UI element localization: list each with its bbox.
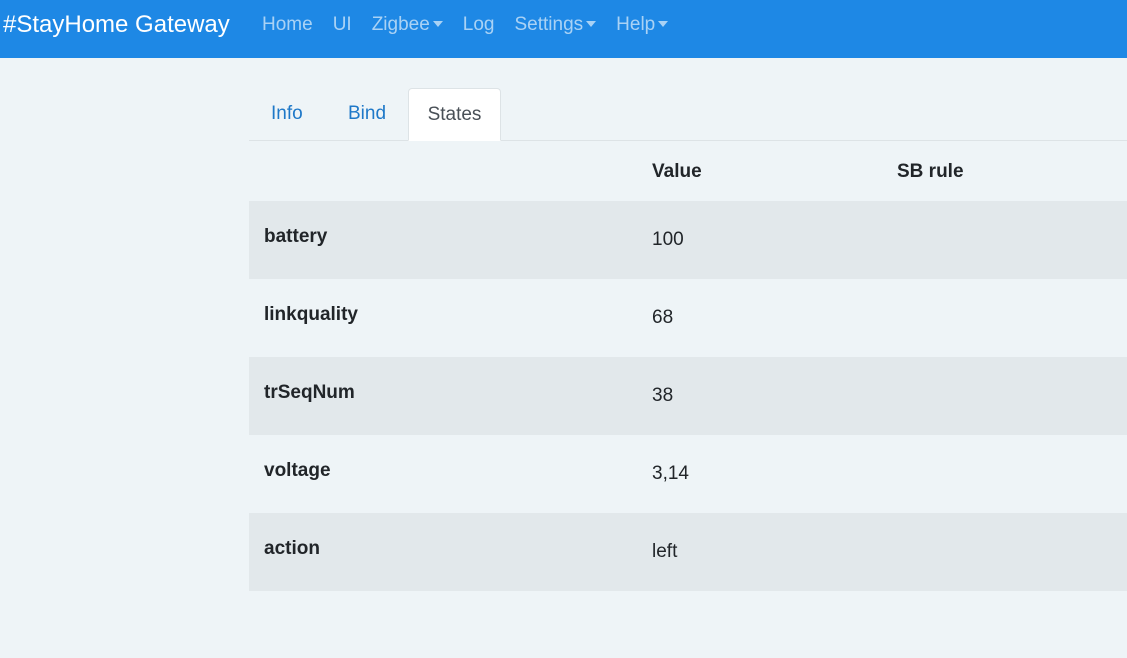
table-row: voltage 3,14 — [249, 435, 1127, 513]
state-name: voltage — [264, 460, 331, 481]
nav-log[interactable]: Log — [463, 12, 495, 38]
tab-info[interactable]: Info — [271, 88, 303, 140]
nav-zigbee-dropdown[interactable]: Zigbee — [372, 12, 443, 38]
state-value: 100 — [652, 229, 684, 250]
state-value: 68 — [652, 307, 674, 328]
caret-down-icon — [658, 21, 669, 27]
brand-logo-text[interactable]: #StayHome Gateway — [3, 10, 230, 40]
nav-home[interactable]: Home — [262, 12, 313, 38]
table-header: Value SB rule — [249, 141, 1127, 201]
state-name: action — [264, 538, 320, 559]
nav-help-label: Help — [616, 14, 656, 35]
tab-states[interactable]: States — [408, 88, 501, 141]
table-row: linkquality 68 — [249, 279, 1127, 357]
caret-down-icon — [586, 21, 597, 27]
state-value: 38 — [652, 385, 674, 406]
nav-links: Home UI Zigbee Log Settings Help — [262, 12, 688, 38]
state-name: linkquality — [264, 304, 358, 325]
state-value: 3,14 — [652, 463, 689, 484]
header-value: Value — [652, 161, 702, 182]
table-row: trSeqNum 38 — [249, 357, 1127, 435]
caret-down-icon — [432, 21, 443, 27]
nav-ui-label: UI — [332, 14, 352, 35]
table-row: battery 100 — [249, 201, 1127, 279]
nav-help-dropdown[interactable]: Help — [616, 12, 669, 38]
nav-home-label: Home — [262, 14, 313, 35]
device-tabs: Info Bind States — [249, 88, 1127, 141]
table-row: action left — [249, 513, 1127, 591]
nav-settings-label: Settings — [514, 14, 584, 35]
nav-log-label: Log — [462, 14, 495, 35]
state-name: battery — [264, 226, 328, 247]
nav-settings-dropdown[interactable]: Settings — [515, 12, 597, 38]
tab-bind[interactable]: Bind — [348, 88, 386, 140]
nav-zigbee-label: Zigbee — [371, 14, 430, 35]
state-value: left — [652, 541, 678, 562]
top-navbar: #StayHome Gateway Home UI Zigbee Log Set… — [0, 0, 1127, 58]
nav-ui[interactable]: UI — [333, 12, 352, 38]
states-table: Value SB rule battery 100 linkquality 68… — [249, 141, 1127, 591]
header-sb-rule: SB rule — [897, 161, 964, 182]
state-name: trSeqNum — [264, 382, 355, 403]
